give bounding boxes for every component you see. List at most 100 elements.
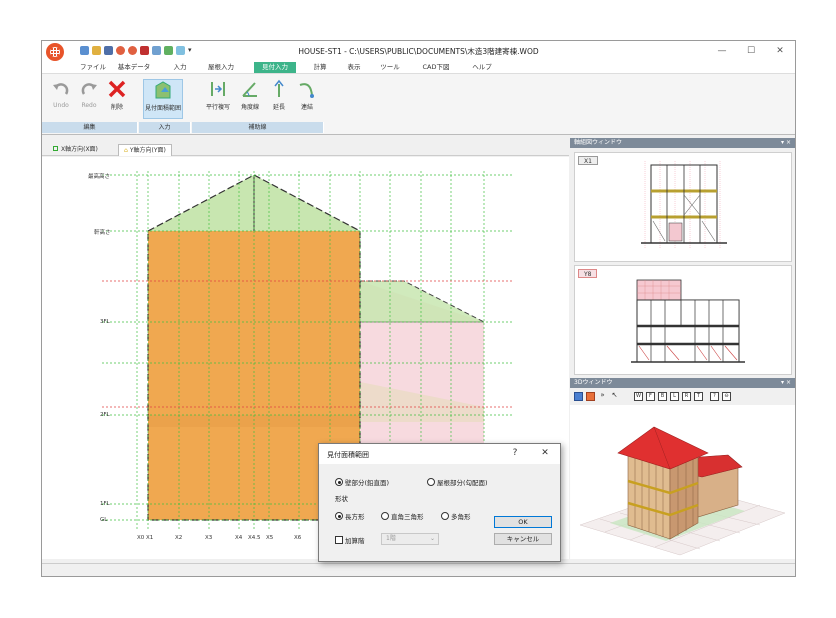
add-floor-checkbox-box xyxy=(335,536,343,544)
house-3d-model xyxy=(579,426,786,556)
tab-y-direction[interactable]: ⌂ Y軸方向(Y面) xyxy=(118,144,172,156)
extend-button[interactable]: 延長 xyxy=(267,79,291,119)
axis-window-header: 軸組図ウィンドウ ▾ × xyxy=(570,138,795,148)
tab-calc[interactable]: 計算 xyxy=(310,62,330,73)
add-floor-checkbox[interactable]: 加算階 xyxy=(335,535,365,545)
view3d-left-icon[interactable]: L xyxy=(670,392,679,401)
floor-select-value: 1階 xyxy=(386,535,396,542)
radio-right-triangle-dot xyxy=(381,512,389,520)
radio-wall-label: 壁部分(鉛直面) xyxy=(345,479,390,487)
extend-label: 延長 xyxy=(272,104,285,111)
shape-group-label: 形状 xyxy=(335,495,348,503)
level-label-max-height: 最高高さ xyxy=(88,174,111,180)
tab-basic-data[interactable]: 基本データ xyxy=(114,62,154,73)
mitsuke-area-button[interactable]: 見付面積範囲 xyxy=(143,79,183,119)
delete-x-icon xyxy=(108,80,126,98)
view3d-color-icon[interactable] xyxy=(586,392,595,401)
tab-roof-input[interactable]: 屋根入力 xyxy=(204,62,238,73)
maximize-button[interactable]: ☐ xyxy=(739,43,763,59)
connect-icon xyxy=(299,83,314,98)
tab-help[interactable]: ヘルプ xyxy=(470,62,494,73)
tab-x-direction[interactable]: X軸方向(X面) xyxy=(48,144,103,156)
axis-y-label: Y8 xyxy=(578,269,598,278)
redo-button[interactable]: Redo xyxy=(76,79,102,119)
window-title: HOUSE-ST1 - C:\USERS\PUBLIC\DOCUMENTS\木造… xyxy=(298,47,539,56)
connect-label: 連結 xyxy=(300,104,313,111)
undo-icon xyxy=(53,83,69,95)
level-label-3fl: 3FL xyxy=(100,319,110,325)
axis-x-pane[interactable]: X1 xyxy=(574,152,792,262)
tab-tools[interactable]: ツール xyxy=(378,62,402,73)
view3d-toolbar: » ↖ W F B L R T ? ⊖ xyxy=(570,389,795,405)
group-edit: 編集 xyxy=(42,122,138,133)
delete-button[interactable]: 削除 xyxy=(104,79,130,119)
ok-button[interactable]: OK xyxy=(494,516,552,528)
floor-select[interactable]: 1階 ⌄ xyxy=(381,533,439,545)
parallel-copy-button[interactable]: 平行複写 xyxy=(202,79,234,119)
title-bar: ▾ HOUSE-ST1 - C:\USERS\PUBLIC\DOCUMENTS\… xyxy=(42,41,795,61)
radio-shape-polygon[interactable]: 多角形 xyxy=(441,511,471,521)
view3d-back-icon[interactable]: B xyxy=(658,392,667,401)
axis-label-x4: X4 xyxy=(235,535,243,541)
view3d-right-icon[interactable]: R xyxy=(682,392,691,401)
axis-x-frame-drawing xyxy=(641,161,727,249)
radio-wall-part[interactable]: 壁部分(鉛直面) xyxy=(335,477,389,487)
radio-roof-label: 屋根部分(勾配面) xyxy=(437,479,488,487)
level-label-1fl: 1FL xyxy=(100,501,110,507)
y-plane-icon: ⌂ xyxy=(124,147,128,154)
undo-label: Undo xyxy=(53,102,69,109)
chevron-down-icon: ⌄ xyxy=(429,535,435,542)
axis-label-x3: X3 xyxy=(205,535,213,541)
rear-roof-shape xyxy=(360,281,484,322)
level-label-gl: GL xyxy=(100,517,108,523)
mitsuke-area-dialog: 見付面積範囲 ? ✕ 壁部分(鉛直面) 屋根部分(勾配面) 形状 長方形 直角三… xyxy=(318,443,561,562)
x-plane-icon xyxy=(53,146,58,151)
view3d-pointer-icon[interactable]: ↖ xyxy=(610,392,619,401)
angle-line-label: 角度線 xyxy=(240,104,259,111)
group-aux-lines: 補助線 xyxy=(192,122,324,133)
dialog-close-button[interactable]: ✕ xyxy=(538,448,552,460)
area-range-icon xyxy=(155,81,171,99)
view3d-help-icon[interactable]: ? xyxy=(710,392,719,401)
radio-shape-right-triangle[interactable]: 直角三角形 xyxy=(381,511,424,521)
radio-rect-label: 長方形 xyxy=(345,513,365,521)
view3d-controls[interactable]: ▾ × xyxy=(781,378,791,388)
dialog-help-button[interactable]: ? xyxy=(508,448,522,460)
close-button[interactable]: ✕ xyxy=(768,43,792,59)
group-input: 入力 xyxy=(139,122,191,133)
view3d-front-icon[interactable]: F xyxy=(646,392,655,401)
axis-y-pane[interactable]: Y8 xyxy=(574,265,792,375)
menu-tabs: ファイル 基本データ 入力 屋根入力 見付入力 計算 表示 ツール CAD下図 … xyxy=(42,61,795,73)
radio-roof-part[interactable]: 屋根部分(勾配面) xyxy=(427,477,488,487)
document-tabs: X軸方向(X面) ⌂ Y軸方向(Y面) xyxy=(42,142,569,156)
radio-wall-dot xyxy=(335,478,343,486)
axis-x-label: X1 xyxy=(578,156,598,165)
view3d-more-icon[interactable]: » xyxy=(598,392,607,401)
redo-label: Redo xyxy=(81,102,97,109)
radio-rect-dot xyxy=(335,512,343,520)
tab-y-direction-label: Y軸方向(Y面) xyxy=(129,147,166,154)
add-floor-label: 加算階 xyxy=(345,537,365,545)
view3d-wire-icon[interactable]: W xyxy=(634,392,643,401)
delete-label: 削除 xyxy=(110,104,123,111)
tab-input[interactable]: 入力 xyxy=(170,62,190,73)
view3d-top-icon[interactable]: T xyxy=(694,392,703,401)
axis-window-controls[interactable]: ▾ × xyxy=(781,138,791,148)
angle-line-button[interactable]: 角度線 xyxy=(236,79,264,119)
cancel-button[interactable]: キャンセル xyxy=(494,533,552,545)
tab-mitsuke-input[interactable]: 見付入力 xyxy=(254,62,296,73)
minimize-button[interactable]: — xyxy=(710,43,734,59)
mitsuke-area-label: 見付面積範囲 xyxy=(144,105,181,112)
view3d-home-icon[interactable] xyxy=(574,392,583,401)
redo-icon xyxy=(81,83,97,95)
radio-roof-dot xyxy=(427,478,435,486)
undo-button[interactable]: Undo xyxy=(48,79,74,119)
connect-button[interactable]: 連結 xyxy=(295,79,319,119)
view3d-pane[interactable] xyxy=(570,405,795,559)
tab-cad[interactable]: CAD下図 xyxy=(416,62,456,73)
tab-view[interactable]: 表示 xyxy=(344,62,364,73)
tab-file[interactable]: ファイル xyxy=(80,62,106,73)
view3d-reset-icon[interactable]: ⊖ xyxy=(722,392,731,401)
view3d-header: 3Dウィンドウ ▾ × xyxy=(570,378,795,388)
radio-shape-rect[interactable]: 長方形 xyxy=(335,511,365,521)
